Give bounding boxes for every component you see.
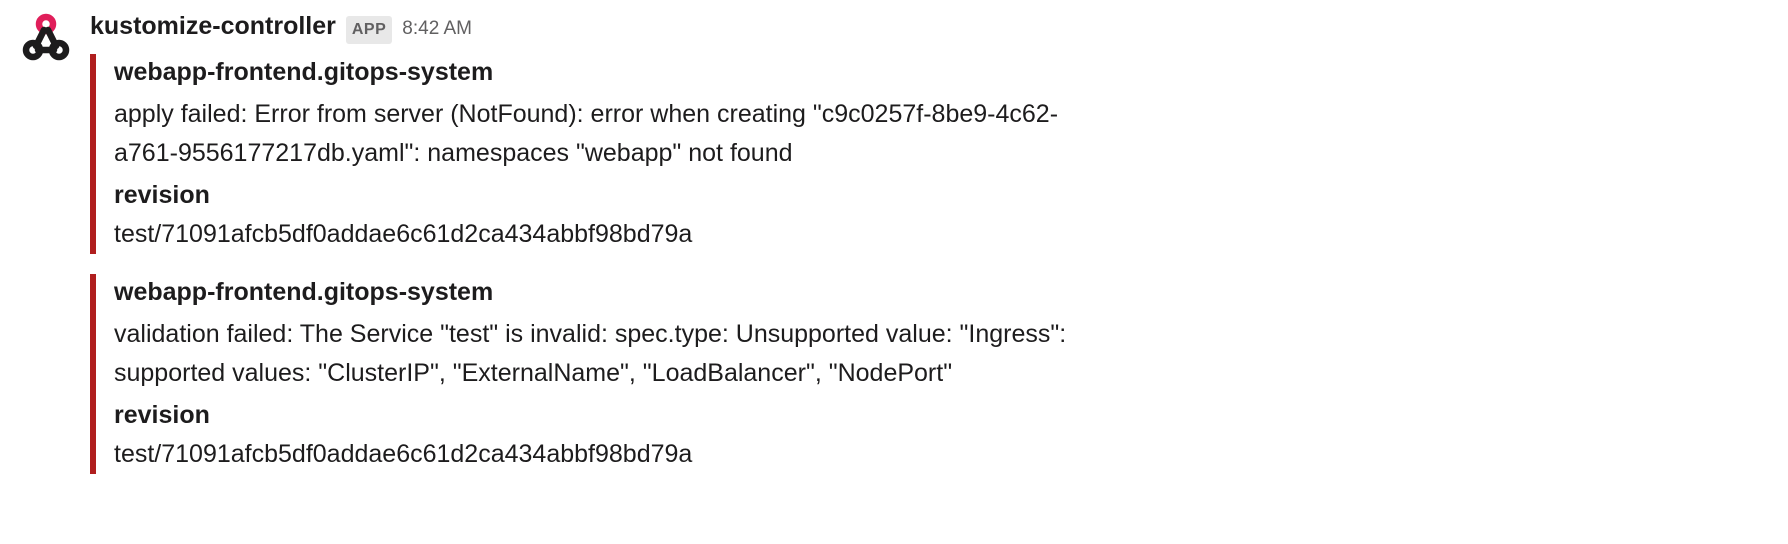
attachment-field-value: test/71091afcb5df0addae6c61d2ca434abbf98… (114, 216, 1110, 254)
attachment-body: apply failed: Error from server (NotFoun… (114, 95, 1110, 173)
attachment-field-label: revision (114, 177, 1110, 215)
sender-name[interactable]: kustomize-controller (90, 8, 336, 46)
message-timestamp[interactable]: 8:42 AM (402, 15, 472, 44)
slack-message: kustomize-controller APP 8:42 AM webapp-… (16, 8, 1772, 494)
attachment-body: validation failed: The Service "test" is… (114, 315, 1110, 393)
app-badge: APP (346, 16, 392, 44)
attachment-title: webapp-frontend.gitops-system (114, 274, 1110, 312)
webhook-icon (16, 8, 76, 68)
message-header: kustomize-controller APP 8:42 AM (90, 8, 1772, 46)
attachment-block: webapp-frontend.gitops-system validation… (90, 274, 1110, 474)
message-content: kustomize-controller APP 8:42 AM webapp-… (90, 8, 1772, 494)
avatar[interactable] (16, 8, 76, 68)
attachment-title: webapp-frontend.gitops-system (114, 54, 1110, 92)
attachment-field-label: revision (114, 397, 1110, 435)
attachment-field-value: test/71091afcb5df0addae6c61d2ca434abbf98… (114, 436, 1110, 474)
attachment-block: webapp-frontend.gitops-system apply fail… (90, 54, 1110, 254)
